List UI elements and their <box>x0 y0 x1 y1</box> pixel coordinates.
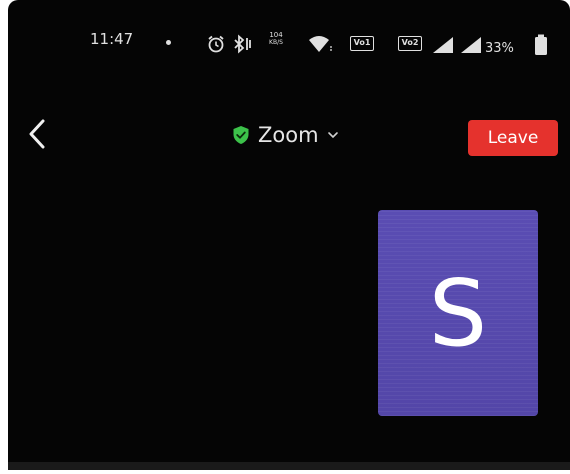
sim2-label: Vo2 <box>401 38 419 47</box>
chevron-left-icon <box>29 119 45 149</box>
alarm-icon <box>208 35 224 53</box>
bottom-toolbar-edge <box>8 462 570 470</box>
battery-percent: 33% <box>485 41 514 56</box>
sim1-label: Vo1 <box>353 38 371 47</box>
sim1-volte-icon: Vo1 <box>350 36 374 51</box>
back-button[interactable] <box>22 116 52 152</box>
chevron-down-icon <box>327 132 338 139</box>
sim2-volte-icon: Vo2 <box>398 36 422 51</box>
bluetooth-icon <box>234 34 251 54</box>
wifi-icon <box>309 36 332 52</box>
meeting-name: Zoom <box>258 123 319 147</box>
shield-check-icon <box>233 126 249 144</box>
network-speed: 104 KB/S <box>268 31 284 47</box>
network-speed-unit: KB/S <box>269 39 283 46</box>
leave-button[interactable]: Leave <box>468 120 558 156</box>
network-speed-value: 104 <box>269 31 283 39</box>
status-icons: 104 KB/S Vo1 Vo2 33% <box>8 0 570 70</box>
status-bar: 11:47 104 KB/S Vo1 Vo2 33% <box>8 0 570 70</box>
meeting-screen: 11:47 104 KB/S Vo1 Vo2 33% Zoom Leave S <box>8 0 570 470</box>
participant-avatar-initial: S <box>428 259 488 367</box>
participant-video-tile[interactable]: S <box>378 210 538 416</box>
meeting-title-dropdown[interactable]: Zoom <box>232 118 339 152</box>
battery-icon <box>535 34 547 55</box>
signal-icon <box>433 37 453 53</box>
signal-icon <box>461 37 481 53</box>
